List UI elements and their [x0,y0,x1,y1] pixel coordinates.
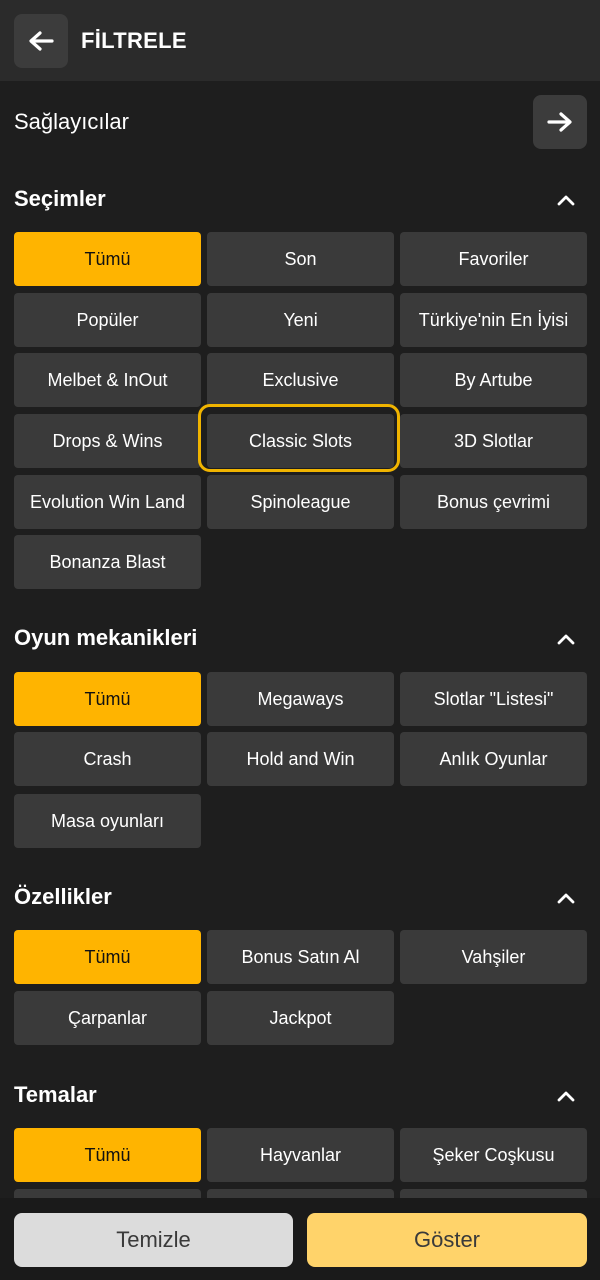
providers-row[interactable]: Sağlayıcılar [0,95,600,151]
chip-bonus-buy[interactable]: Bonus Satın Al [207,930,394,984]
chip-classic-slots[interactable]: Classic Slots [207,414,394,468]
arrow-left-icon [29,31,54,51]
page-title: FİLTRELE [81,28,187,53]
chip-instant-games[interactable]: Anlık Oyunlar [400,732,587,786]
chip-3d-slots[interactable]: 3D Slotlar [400,414,587,468]
section-title: Oyun mekanikleri [14,625,198,650]
back-button[interactable] [14,14,68,68]
chip-exclusive[interactable]: Exclusive [207,353,394,407]
chip-new[interactable]: Yeni [207,293,394,347]
chip-recent[interactable]: Son [207,232,394,286]
clear-button[interactable]: Temizle [14,1213,293,1267]
chip-selections-all[interactable]: Tümü [14,232,201,286]
chip-favorites[interactable]: Favoriler [400,232,587,286]
providers-open-button[interactable] [533,95,587,149]
chip-bonanza-blast[interactable]: Bonanza Blast [14,535,201,589]
chip-animals[interactable]: Hayvanlar [207,1128,394,1182]
chip-bonus-wagering[interactable]: Bonus çevrimi [400,475,587,529]
show-button[interactable]: Göster [307,1213,587,1267]
chevron-up-icon[interactable] [554,627,578,651]
chevron-up-icon[interactable] [554,886,578,910]
section-mechanics-header[interactable]: Oyun mekanikleri [0,621,600,653]
section-selections-header[interactable]: Seçimler [0,182,600,214]
chip-by-artube[interactable]: By Artube [400,353,587,407]
chip-evolution-win-land[interactable]: Evolution Win Land [14,475,201,529]
section-themes-header[interactable]: Temalar [0,1078,600,1110]
chip-hold-and-win[interactable]: Hold and Win [207,732,394,786]
top-bar: FİLTRELE [0,0,600,81]
bottom-action-bar: Temizle Göster [0,1198,600,1280]
chip-themes-all[interactable]: Tümü [14,1128,201,1182]
chevron-up-icon[interactable] [554,188,578,212]
chip-mechanics-all[interactable]: Tümü [14,672,201,726]
chip-drops-wins[interactable]: Drops & Wins [14,414,201,468]
chip-turkey-best[interactable]: Türkiye'nin En İyisi [400,293,587,347]
chip-wilds[interactable]: Vahşiler [400,930,587,984]
providers-label: Sağlayıcılar [14,109,129,134]
chip-slots-list[interactable]: Slotlar "Listesi" [400,672,587,726]
section-features-header[interactable]: Özellikler [0,880,600,912]
chip-crash[interactable]: Crash [14,732,201,786]
chip-popular[interactable]: Popüler [14,293,201,347]
chip-features-all[interactable]: Tümü [14,930,201,984]
chip-table-games[interactable]: Masa oyunları [14,794,201,848]
section-title: Temalar [14,1082,97,1107]
chip-melbet-inout[interactable]: Melbet & InOut [14,353,201,407]
chip-sugar-rush[interactable]: Şeker Coşkusu [400,1128,587,1182]
section-title: Seçimler [14,186,106,211]
chip-spinoleague[interactable]: Spinoleague [207,475,394,529]
section-title: Özellikler [14,884,112,909]
chip-megaways[interactable]: Megaways [207,672,394,726]
chevron-up-icon[interactable] [554,1084,578,1108]
arrow-right-icon [547,112,572,132]
chip-multipliers[interactable]: Çarpanlar [14,991,201,1045]
chip-jackpot[interactable]: Jackpot [207,991,394,1045]
